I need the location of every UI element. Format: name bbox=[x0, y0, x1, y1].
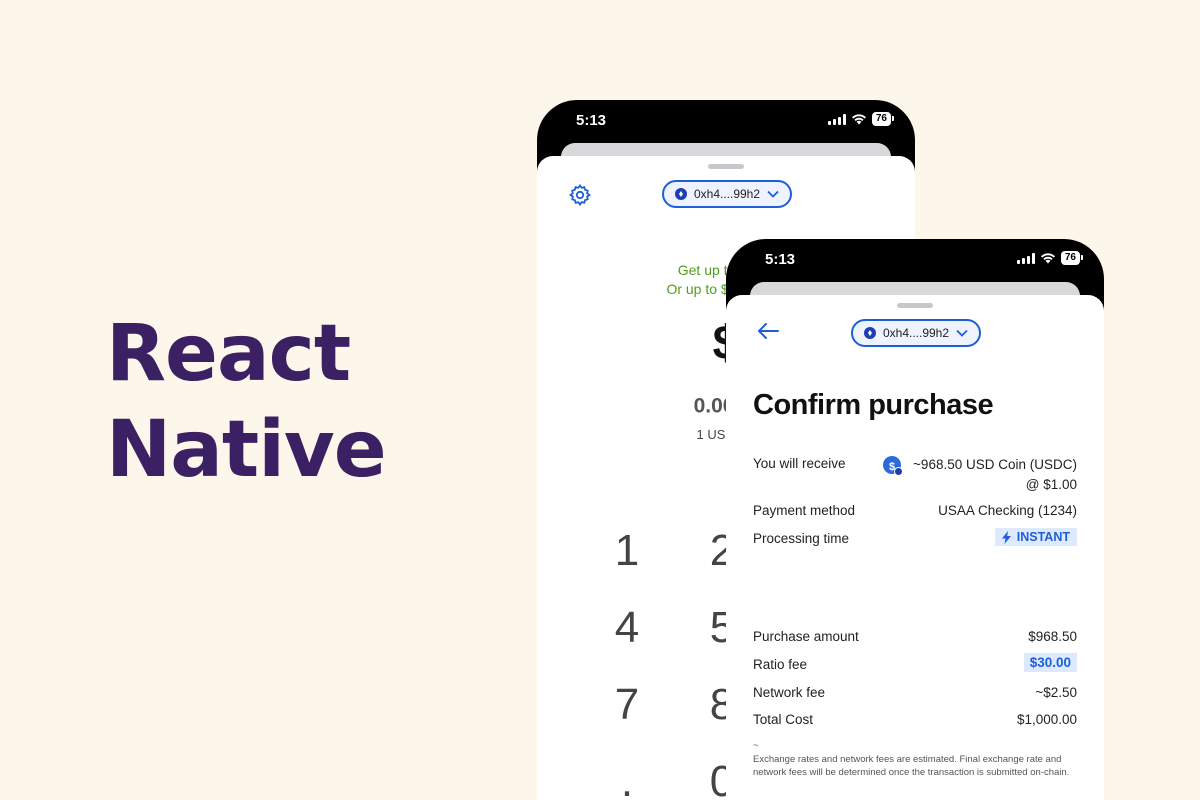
instant-badge: INSTANT bbox=[994, 528, 1077, 546]
receive-row: You will receive ~968.50 USD Coin (USDC)… bbox=[753, 456, 1077, 498]
battery-icon: 76 bbox=[871, 112, 895, 126]
status-time: 5:13 bbox=[576, 112, 607, 129]
hero-line-2: Native bbox=[106, 405, 387, 495]
wifi-icon bbox=[1040, 253, 1055, 264]
key-1[interactable]: 1 bbox=[587, 526, 667, 576]
sheet-grabber[interactable] bbox=[897, 303, 933, 308]
processing-time-row: Processing time INSTANT bbox=[753, 528, 1077, 553]
confirm-sheet: 0xh4....99h2 Confirm purchase You will r… bbox=[726, 295, 1104, 800]
disclaimer-text: Exchange rates and network fees are esti… bbox=[753, 754, 1070, 778]
usdc-coin-icon bbox=[883, 456, 904, 477]
total-cost-row: Total Cost $1,000.00 bbox=[753, 712, 1077, 732]
total-cost-label: Total Cost bbox=[753, 712, 814, 727]
wallet-address: 0xh4....99h2 bbox=[693, 187, 761, 201]
disclaimer: ~ Exchange rates and network fees are es… bbox=[753, 739, 1080, 779]
payment-method-value: USAA Checking (1234) bbox=[938, 503, 1077, 518]
receive-label: You will receive bbox=[753, 456, 846, 471]
network-fee-label: Network fee bbox=[753, 685, 826, 700]
ratio-fee-amount: $30.00 bbox=[1023, 653, 1077, 672]
lightning-icon bbox=[1001, 530, 1011, 544]
eth-icon bbox=[674, 188, 687, 200]
status-bar: 5:13 76 bbox=[726, 239, 1104, 281]
processing-time-value: INSTANT bbox=[994, 528, 1077, 547]
ratio-fee-label: Ratio fee bbox=[753, 657, 808, 672]
network-fee-value: ~$2.50 bbox=[1035, 685, 1077, 700]
payment-method-row: Payment method USAA Checking (1234) bbox=[753, 503, 1077, 523]
key-decimal[interactable]: . bbox=[587, 757, 667, 800]
purchase-amount-label: Purchase amount bbox=[753, 629, 859, 644]
wallet-selector[interactable]: 0xh4....99h2 bbox=[851, 319, 981, 347]
receive-value: ~968.50 USD Coin (USDC) @ $1.00 bbox=[883, 455, 1077, 495]
network-fee-row: Network fee ~$2.50 bbox=[753, 685, 1077, 705]
disclaimer-tilde: ~ bbox=[753, 740, 759, 751]
wallet-selector[interactable]: 0xh4....99h2 bbox=[662, 180, 792, 208]
hero-title: React Native bbox=[106, 306, 387, 498]
sheet-grabber[interactable] bbox=[708, 164, 744, 169]
purchase-amount-row: Purchase amount $968.50 bbox=[753, 629, 1077, 649]
chevron-down-icon bbox=[767, 190, 779, 198]
status-bar: 5:13 76 bbox=[537, 100, 915, 142]
status-time: 5:13 bbox=[765, 251, 796, 268]
back-arrow-icon[interactable] bbox=[756, 322, 780, 340]
instant-label: INSTANT bbox=[1016, 530, 1070, 544]
eth-icon bbox=[863, 327, 876, 339]
wifi-icon bbox=[851, 114, 866, 125]
key-7[interactable]: 7 bbox=[587, 680, 667, 730]
gear-icon[interactable] bbox=[568, 183, 592, 207]
battery-icon: 76 bbox=[1060, 251, 1084, 265]
processing-time-label: Processing time bbox=[753, 531, 850, 546]
hero-line-1: React bbox=[106, 309, 351, 399]
signal-icon bbox=[1016, 252, 1035, 264]
total-cost-value: $1,000.00 bbox=[1016, 712, 1077, 727]
receive-rate: @ $1.00 bbox=[1025, 477, 1077, 492]
front-phone: 5:13 76 0xh4....99h2 Confirm purchase Yo… bbox=[726, 239, 1104, 800]
ratio-fee-value: $30.00 bbox=[1023, 653, 1077, 672]
purchase-amount-value: $968.50 bbox=[1028, 629, 1077, 644]
key-4[interactable]: 4 bbox=[587, 603, 667, 653]
payment-method-label: Payment method bbox=[753, 503, 856, 518]
wallet-address: 0xh4....99h2 bbox=[882, 326, 950, 340]
ratio-fee-row: Ratio fee $30.00 bbox=[753, 653, 1077, 679]
page-title: Confirm purchase bbox=[753, 389, 994, 421]
receive-amount: ~968.50 USD Coin (USDC) bbox=[913, 457, 1077, 472]
signal-icon bbox=[827, 113, 846, 125]
chevron-down-icon bbox=[956, 329, 968, 337]
